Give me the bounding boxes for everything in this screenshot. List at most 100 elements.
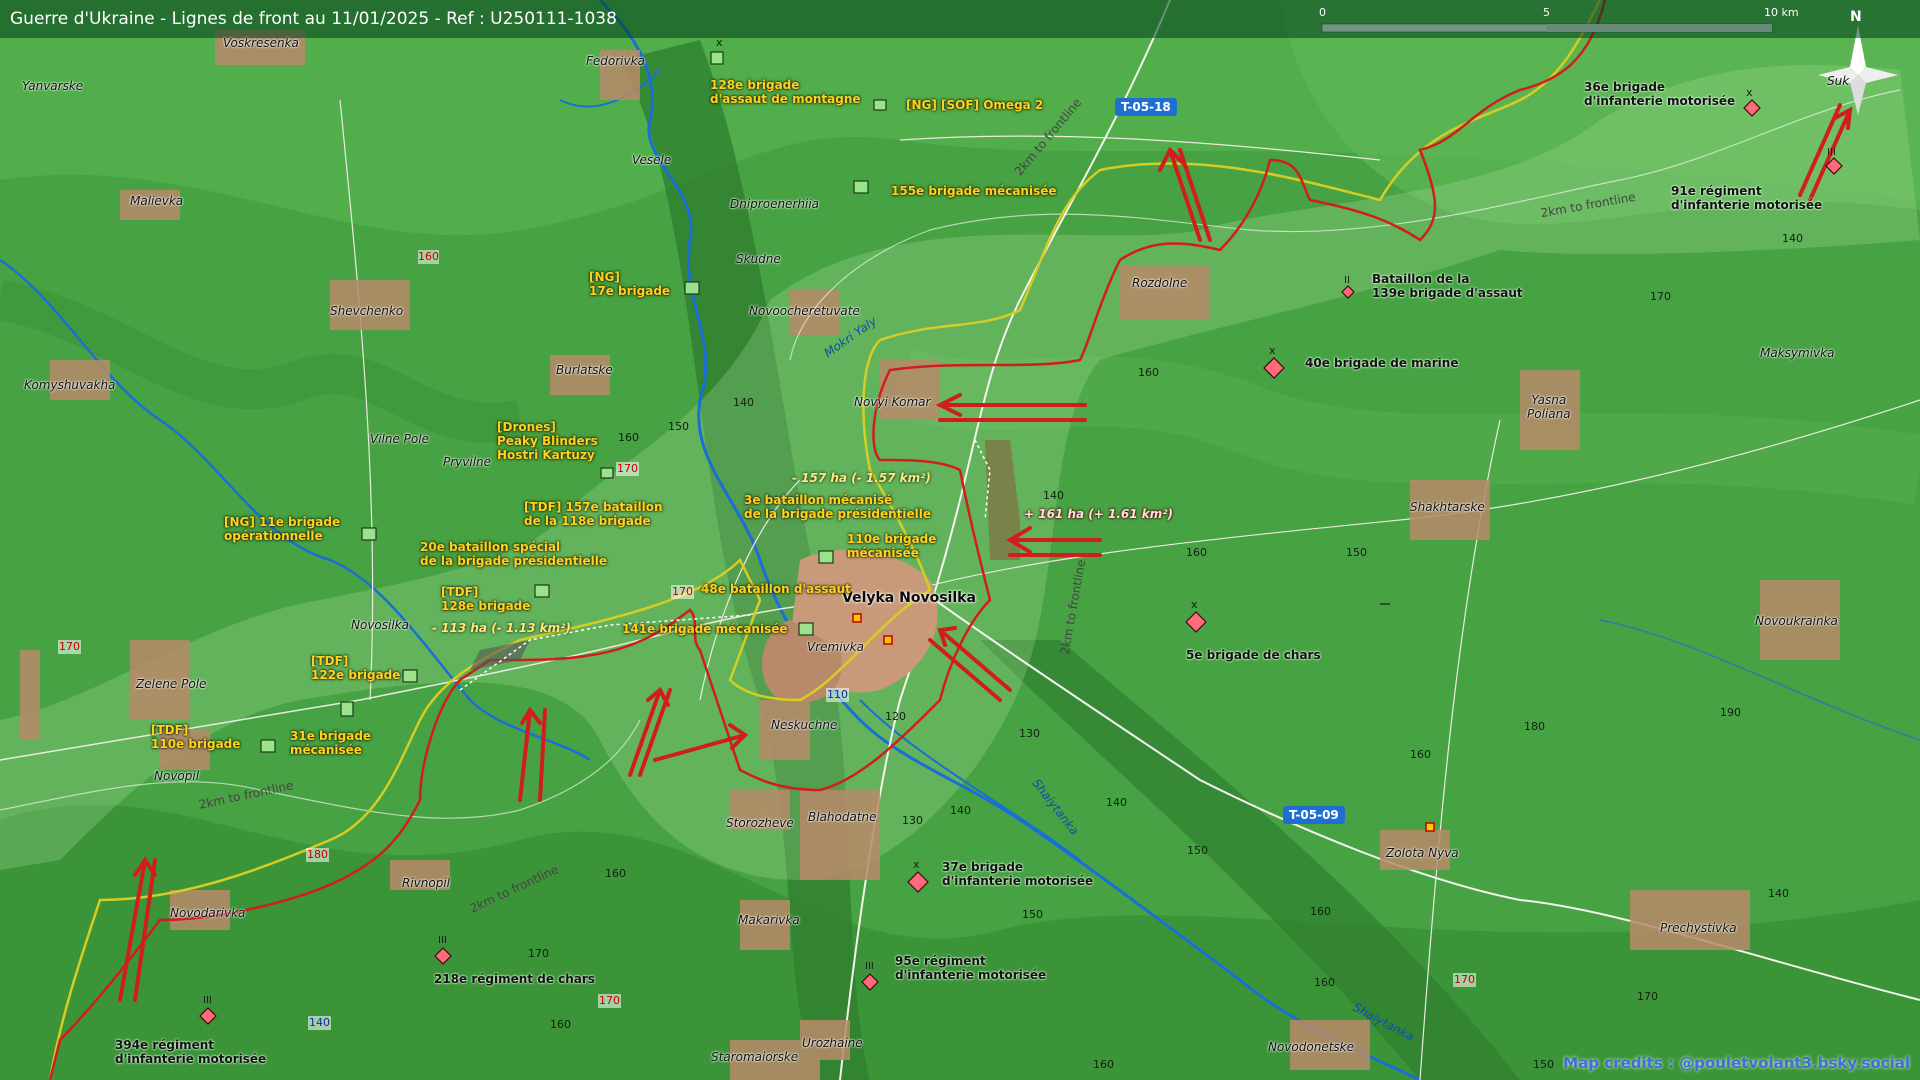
- elev-label: 160: [550, 1018, 571, 1031]
- town-voskresenka: Voskresenka: [223, 36, 299, 50]
- town-fedorivka: Fedorivka: [586, 54, 645, 68]
- town-prechystivka: Prechystivka: [1660, 921, 1737, 935]
- town-novoukrainka: Novoukrainka: [1755, 614, 1838, 628]
- echelon-mark: III: [865, 961, 874, 972]
- elev-label: 150: [1022, 908, 1043, 921]
- town-dniproenerhiia: Dniproenerhiia: [730, 197, 820, 211]
- rus-unit-37: 37e brigade d'infanterie motorisée: [942, 860, 1094, 888]
- rus-unit-5: 5e brigade de chars: [1186, 648, 1321, 662]
- ukr-unit-ng17: [NG] 17e brigade: [589, 270, 671, 298]
- elev-label: 130: [1019, 727, 1040, 740]
- elev-label: 140: [733, 396, 754, 409]
- road-number-140: 140: [308, 1016, 331, 1030]
- elev-label: 170: [598, 994, 621, 1008]
- elev-label: 170: [671, 585, 694, 599]
- territory-loss-1: - 157 ha (- 1.57 km²): [792, 471, 931, 485]
- scale-label-10: 10 km: [1764, 6, 1799, 19]
- echelon-mark: x: [716, 36, 723, 49]
- elev-label: 140: [1106, 796, 1127, 809]
- elev-label: 160: [1186, 546, 1207, 559]
- town-skudne: Skudne: [736, 252, 781, 266]
- territory-loss-2: - 113 ha (- 1.13 km²): [432, 621, 571, 635]
- ukr-unit-155: 155e brigade mécanisée: [891, 184, 1057, 198]
- map-canvas[interactable]: Guerre d'Ukraine - Lignes de front au 11…: [0, 0, 1920, 1080]
- elev-label: 170: [1453, 973, 1476, 987]
- rus-unit-91: 91e régiment d'infanterie motorisée: [1671, 184, 1823, 212]
- rus-unit-394: 394e régiment d'infanterie motorisée: [115, 1038, 267, 1066]
- town-shevchenko: Shevchenko: [330, 304, 404, 318]
- rus-unit-36: 36e brigade d'infanterie motorisée: [1584, 80, 1736, 108]
- ukr-unit-bat20: 20e bataillon spécial de la brigade prés…: [420, 540, 608, 568]
- town-blahodatne: Blahodatne: [808, 810, 877, 824]
- ukr-unit-tdf157: [TDF] 157e bataillon de la 118e brigade: [524, 500, 663, 528]
- elev-label: 160: [1310, 905, 1331, 918]
- town-suk: Suk: [1827, 74, 1850, 88]
- rus-unit-40: 40e brigade de marine: [1305, 356, 1459, 370]
- ukr-unit-110: 110e brigade mécanisée: [847, 532, 937, 560]
- town-yanvarske: Yanvarske: [22, 79, 84, 93]
- echelon-mark: x: [1191, 598, 1198, 611]
- town-rivnopil: Rivnopil: [402, 876, 451, 890]
- town-storozheve: Storozheve: [726, 816, 794, 830]
- ukr-unit-141: 141e brigade mécanisée: [622, 622, 788, 636]
- town-shakhtarske: Shakhtarske: [1410, 500, 1485, 514]
- echelon-mark: III: [203, 995, 212, 1006]
- town-zolota-nyva: Zolota Nyva: [1386, 846, 1459, 860]
- town-komyshuvakha: Komyshuvakha: [24, 378, 116, 392]
- elev-label: 160: [605, 867, 626, 880]
- map-credits[interactable]: Map credits : @pouletvolant3.bsky.social: [1563, 1054, 1910, 1072]
- road-number-110: 110: [826, 688, 849, 702]
- elev-label: 160: [1093, 1058, 1114, 1071]
- town-burlatske: Burlatske: [556, 363, 613, 377]
- ukr-unit-128-mountain: 128e brigade d'assaut de montagne: [710, 78, 861, 106]
- echelon-mark: x: [1746, 86, 1753, 99]
- echelon-mark: x: [1269, 344, 1276, 357]
- echelon-mark: III: [1827, 147, 1836, 158]
- town-novyi-komar: Novyi Komar: [854, 395, 931, 409]
- elev-label: 140: [1043, 489, 1064, 502]
- ukr-unit-bat48: 48e bataillon d'assaut: [701, 582, 851, 596]
- town-vilne-pole: Vilne Pole: [370, 432, 429, 446]
- town-rozdolne: Rozdolne: [1132, 276, 1188, 290]
- elev-label: 180: [306, 848, 329, 862]
- elev-label: 180: [1524, 720, 1545, 733]
- map-title: Guerre d'Ukraine - Lignes de front au 11…: [10, 9, 617, 29]
- rus-unit-218: 218e régiment de chars: [434, 972, 595, 986]
- ukr-unit-ng11: [NG] 11e brigade opérationnelle: [224, 515, 341, 543]
- town-vremivka: Vremivka: [807, 640, 864, 654]
- echelon-mark: III: [438, 935, 447, 946]
- elev-label: 170: [616, 462, 639, 476]
- ukr-unit-31: 31e brigade mécanisée: [290, 729, 372, 757]
- ukr-unit-bat3: 3e bataillon mécanisé de la brigade prés…: [744, 493, 932, 521]
- north-label: N: [1850, 9, 1862, 25]
- town-novoocheretuvate: Novoocheretuvate: [749, 304, 860, 318]
- town-novodonetske: Novodonetske: [1268, 1040, 1354, 1054]
- elev-label: 170: [58, 640, 81, 654]
- road-badge-t0509: T-05-09: [1283, 806, 1345, 824]
- elev-label: 150: [1533, 1058, 1554, 1071]
- elev-label: 150: [1187, 844, 1208, 857]
- ukr-unit-tdf122: [TDF] 122e brigade: [311, 654, 401, 682]
- town-velyka-novosilka: Velyka Novosilka: [842, 590, 976, 606]
- elev-label: 160: [1314, 976, 1335, 989]
- elev-label: 160: [1138, 366, 1159, 379]
- town-zelene-pole: Zelene Pole: [136, 677, 207, 691]
- town-staromaiorske: Staromaiorske: [711, 1050, 799, 1064]
- elev-label: 170: [528, 947, 549, 960]
- elev-label: 170: [1650, 290, 1671, 303]
- elev-label: 140: [1782, 232, 1803, 245]
- elev-label: 160: [418, 250, 439, 264]
- territory-gain-1: + 161 ha (+ 1.61 km²): [1024, 507, 1174, 521]
- elev-label: 140: [950, 804, 971, 817]
- elev-label: 120: [885, 710, 906, 723]
- town-vesele: Vesele: [632, 153, 672, 167]
- elev-label: 150: [1346, 546, 1367, 559]
- ukr-unit-drones: [Drones] Peaky Blinders Hostri Kartuzy: [497, 420, 598, 462]
- town-novopil: Novopil: [154, 769, 200, 783]
- elev-label: 170: [1637, 990, 1658, 1003]
- town-malievka: Malievka: [130, 194, 184, 208]
- echelon-mark: II: [1344, 275, 1350, 286]
- scale-label-0: 0: [1319, 6, 1326, 19]
- elev-label: 190: [1720, 706, 1741, 719]
- ukr-unit-tdf110: [TDF] 110e brigade: [151, 723, 241, 751]
